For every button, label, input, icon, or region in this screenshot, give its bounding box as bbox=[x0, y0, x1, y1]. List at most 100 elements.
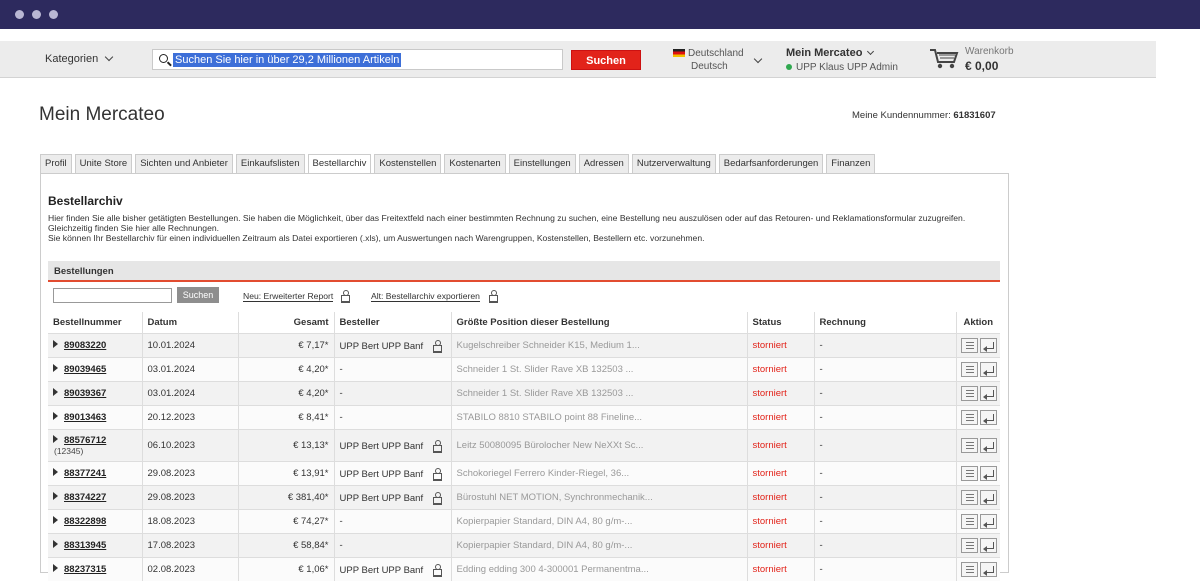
column-header: Bestellnummer bbox=[48, 312, 143, 333]
order-buyer-cell: UPP Bert UPP Banf bbox=[334, 460, 452, 485]
order-buyer-cell: - bbox=[334, 532, 452, 557]
orders-search-input[interactable] bbox=[53, 288, 172, 303]
order-details-icon[interactable] bbox=[961, 561, 979, 577]
cart-amount: € 0,00 bbox=[965, 59, 999, 73]
order-details-icon[interactable] bbox=[961, 337, 979, 353]
order-total: € 74,27* bbox=[238, 508, 335, 533]
expand-triangle-icon[interactable] bbox=[53, 539, 58, 548]
actions-cell bbox=[956, 460, 1000, 485]
tab-kostenarten[interactable]: Kostenarten bbox=[444, 154, 506, 173]
account-menu[interactable]: Mein Mercateo UPP Klaus UPP Admin bbox=[786, 46, 898, 75]
tab-finanzen[interactable]: Finanzen bbox=[826, 154, 876, 173]
return-icon[interactable] bbox=[980, 409, 998, 425]
order-number-link[interactable]: 89039465 bbox=[64, 364, 106, 375]
order-details-icon[interactable] bbox=[961, 437, 979, 453]
order-number-link[interactable]: 88377241 bbox=[64, 468, 106, 479]
largest-position: STABILO 8810 STABILO point 88 Fineline..… bbox=[451, 404, 748, 429]
actions-cell bbox=[956, 380, 1000, 405]
account-tabs: Profil Unite Store Sichten und Anbieter Ein… bbox=[40, 154, 878, 174]
order-number-link[interactable]: 89013463 bbox=[64, 412, 106, 423]
expand-triangle-icon[interactable] bbox=[53, 434, 58, 443]
expand-triangle-icon[interactable] bbox=[53, 467, 58, 476]
expand-triangle-icon[interactable] bbox=[53, 363, 58, 372]
tab-bedarfsanforderungen[interactable]: Bedarfsanforderungen bbox=[718, 154, 824, 173]
order-number-link[interactable]: 88313945 bbox=[64, 540, 106, 551]
tab-einstellungen[interactable]: Einstellungen bbox=[508, 154, 576, 173]
order-details-icon[interactable] bbox=[961, 465, 979, 481]
tab-kostenstellen[interactable]: Kostenstellen bbox=[374, 154, 442, 173]
expand-triangle-icon[interactable] bbox=[53, 411, 58, 420]
order-number-cell: 88377241 bbox=[48, 460, 143, 485]
extended-report-link[interactable]: Neu: Erweiterter Report bbox=[243, 292, 334, 302]
invoice-cell: - bbox=[814, 380, 957, 405]
expand-triangle-icon[interactable] bbox=[53, 339, 58, 348]
order-date: 06.10.2023 bbox=[142, 428, 239, 461]
order-status: storniert bbox=[747, 460, 815, 485]
germany-flag-icon bbox=[673, 49, 685, 58]
return-icon[interactable] bbox=[980, 361, 998, 377]
return-icon[interactable] bbox=[980, 385, 998, 401]
largest-position: Schneider 1 St. Slider Rave XB 132503 ..… bbox=[451, 380, 748, 405]
tab-bestellarchiv[interactable]: Bestellarchiv bbox=[307, 154, 372, 174]
person-icon bbox=[489, 290, 498, 303]
window-maximize-dot[interactable] bbox=[49, 10, 58, 19]
return-icon[interactable] bbox=[980, 465, 998, 481]
return-icon[interactable] bbox=[980, 489, 998, 505]
order-number-link[interactable]: 89083220 bbox=[64, 340, 106, 351]
return-icon[interactable] bbox=[980, 437, 998, 453]
return-icon[interactable] bbox=[980, 561, 998, 577]
expand-triangle-icon[interactable] bbox=[53, 491, 58, 500]
categories-menu[interactable]: Kategorien bbox=[45, 52, 114, 65]
order-number-link[interactable]: 88374227 bbox=[64, 492, 106, 503]
export-archive-link[interactable]: Alt: Bestellarchiv exportieren bbox=[371, 292, 480, 302]
page-title: Mein Mercateo bbox=[39, 104, 165, 125]
table-header-row: Bestellnummer Datum Gesamt Besteller Größte … bbox=[48, 312, 1000, 333]
order-details-icon[interactable] bbox=[961, 489, 979, 505]
window-minimize-dot[interactable] bbox=[32, 10, 41, 19]
table-row: 88313945 17.08.2023 € 58,84* - Kopierpapier … bbox=[48, 532, 1000, 557]
order-details-icon[interactable] bbox=[961, 385, 979, 401]
search-button[interactable]: Suchen bbox=[571, 50, 641, 70]
window-close-dot[interactable] bbox=[15, 10, 24, 19]
actions-cell bbox=[956, 404, 1000, 429]
orders-search-button[interactable]: Suchen bbox=[177, 287, 219, 303]
order-number-link[interactable]: 88322898 bbox=[64, 516, 106, 527]
country-label: Deutschland bbox=[688, 48, 744, 59]
expand-triangle-icon[interactable] bbox=[53, 515, 58, 524]
table-row: 89039367 03.01.2024 € 4,20* - Schneider 1 St… bbox=[48, 380, 1000, 405]
tab-einkaufslisten[interactable]: Einkaufslisten bbox=[235, 154, 305, 173]
order-date: 17.08.2023 bbox=[142, 532, 239, 557]
order-buyer: - bbox=[339, 515, 343, 527]
order-details-icon[interactable] bbox=[961, 361, 979, 377]
order-details-icon[interactable] bbox=[961, 537, 979, 553]
order-buyer-cell: UPP Bert UPP Banf bbox=[334, 428, 452, 461]
order-number-link[interactable]: 89039367 bbox=[64, 388, 106, 399]
expand-triangle-icon[interactable] bbox=[53, 387, 58, 396]
tab-unite-store[interactable]: Unite Store bbox=[74, 154, 133, 173]
search-input-selected-text[interactable]: Suchen Sie hier in über 29,2 Millionen A… bbox=[173, 53, 402, 67]
invoice-cell: - bbox=[814, 404, 957, 429]
person-icon bbox=[433, 563, 443, 577]
tab-adressen[interactable]: Adressen bbox=[578, 154, 629, 173]
account-user: UPP Klaus UPP Admin bbox=[796, 62, 898, 73]
invoice-cell: - bbox=[814, 332, 957, 357]
order-number-link[interactable]: 88237315 bbox=[64, 564, 106, 575]
return-icon[interactable] bbox=[980, 537, 998, 553]
order-number-link[interactable]: 88576712 bbox=[64, 435, 106, 446]
tab-profil[interactable]: Profil bbox=[40, 154, 72, 173]
return-icon[interactable] bbox=[980, 337, 998, 353]
largest-position: Bürostuhl NET MOTION, Synchronmechanik..… bbox=[451, 484, 748, 509]
return-icon[interactable] bbox=[980, 513, 998, 529]
tab-nutzerverwaltung[interactable]: Nutzerverwaltung bbox=[631, 154, 716, 173]
order-number-cell: 89013463 bbox=[48, 404, 143, 429]
order-number-cell: 89039465 bbox=[48, 356, 143, 381]
tab-sichten-und-anbieter[interactable]: Sichten und Anbieter bbox=[135, 154, 233, 173]
country-language-selector[interactable]: Deutschland Deutsch bbox=[673, 47, 763, 73]
order-details-icon[interactable] bbox=[961, 513, 979, 529]
order-details-icon[interactable] bbox=[961, 409, 979, 425]
order-status: storniert bbox=[747, 556, 815, 581]
order-date: 18.08.2023 bbox=[142, 508, 239, 533]
order-status: storniert bbox=[747, 532, 815, 557]
actions-cell bbox=[956, 508, 1000, 533]
order-number-cell: 88322898 bbox=[48, 508, 143, 533]
